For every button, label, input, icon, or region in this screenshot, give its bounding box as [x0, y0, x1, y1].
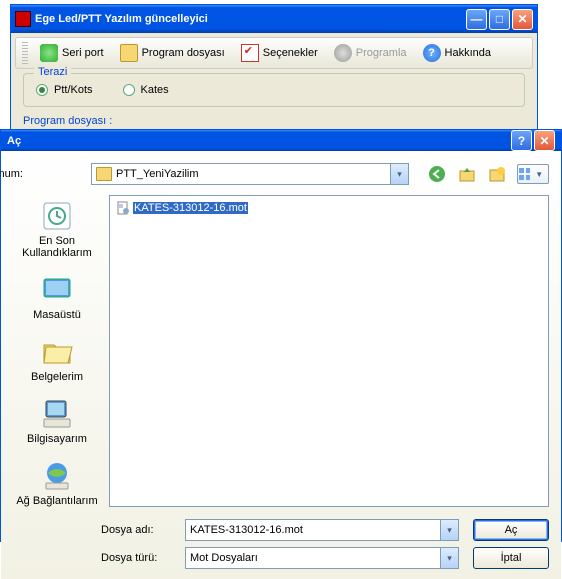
chevron-down-icon[interactable] [440, 548, 458, 568]
location-value: PTT_YeniYazilim [116, 168, 199, 180]
dialog-title: Aç [7, 135, 21, 147]
back-button[interactable] [427, 164, 447, 184]
secenekler-button[interactable]: Seçenekler [235, 42, 324, 64]
programla-button[interactable]: Programla [328, 42, 413, 64]
chevron-down-icon[interactable] [390, 164, 408, 184]
cancel-button[interactable]: İptal [473, 547, 549, 569]
place-computer[interactable]: Bilgisayarım [13, 397, 101, 445]
hakkinda-button[interactable]: ? Hakkında [417, 42, 497, 64]
places-bar: En Son Kullandıklarım Masaüstü Belgeleri… [13, 195, 101, 507]
filetype-label: Dosya türü: [101, 552, 171, 564]
filename-label: Dosya adı: [101, 524, 171, 536]
radio-kates[interactable]: Kates [123, 84, 169, 96]
main-toolbar: Seri port Program dosyası Seçenekler Pro… [15, 37, 533, 69]
main-window: Ege Led/PTT Yazılım güncelleyici — □ ✕ S… [10, 4, 538, 132]
file-item[interactable]: KATES-313012-16.mot [114, 200, 250, 216]
gear-icon [334, 44, 352, 62]
place-documents[interactable]: Belgelerim [13, 335, 101, 383]
radio-dot-icon [123, 84, 135, 96]
network-icon [40, 459, 74, 493]
program-dosyasi-button[interactable]: Program dosyası [114, 42, 231, 64]
seri-port-button[interactable]: Seri port [34, 42, 110, 64]
terazi-groupbox: Terazi Ptt/Kots Kates [23, 73, 525, 107]
dialog-help-button[interactable]: ? [511, 130, 532, 151]
recent-icon [40, 199, 74, 233]
file-icon [116, 201, 130, 215]
maximize-button[interactable]: □ [489, 9, 510, 30]
view-menu-button[interactable]: ▼ [517, 164, 549, 184]
new-folder-button[interactable] [487, 164, 507, 184]
radio-ptt-kots[interactable]: Ptt/Kots [36, 84, 93, 96]
chevron-down-icon[interactable] [440, 520, 458, 540]
options-icon [241, 44, 259, 62]
filetype-combo[interactable]: Mot Dosyaları [185, 547, 459, 569]
file-list[interactable]: KATES-313012-16.mot [109, 195, 549, 507]
place-desktop[interactable]: Masaüstü [13, 273, 101, 321]
up-button[interactable] [457, 164, 477, 184]
place-network[interactable]: Ağ Bağlantılarım [13, 459, 101, 507]
dialog-titlebar: Aç ? ✕ [1, 130, 561, 151]
app-icon [15, 11, 31, 27]
printer-icon [40, 44, 58, 62]
program-dosyasi-label: Program dosyası : [23, 115, 525, 127]
file-open-dialog: Aç ? ✕ Konum: PTT_YeniYazilim [0, 129, 562, 542]
computer-icon [40, 397, 74, 431]
minimize-button[interactable]: — [466, 9, 487, 30]
location-label: Konum: [0, 168, 23, 180]
help-icon: ? [423, 44, 441, 62]
main-titlebar: Ege Led/PTT Yazılım güncelleyici — □ ✕ [11, 5, 537, 33]
open-button[interactable]: Aç [473, 519, 549, 541]
location-combo[interactable]: PTT_YeniYazilim [91, 163, 409, 185]
file-name: KATES-313012-16.mot [133, 202, 248, 214]
documents-icon [40, 335, 74, 369]
folder-icon [96, 167, 112, 181]
radio-dot-icon [36, 84, 48, 96]
desktop-icon [40, 273, 74, 307]
main-title: Ege Led/PTT Yazılım güncelleyici [35, 13, 466, 25]
close-button[interactable]: ✕ [512, 9, 533, 30]
groupbox-legend: Terazi [34, 66, 71, 78]
folder-icon [120, 44, 138, 62]
filename-input[interactable]: KATES-313012-16.mot [185, 519, 459, 541]
dialog-close-button[interactable]: ✕ [534, 130, 555, 151]
toolbar-grip [22, 42, 28, 64]
place-recent[interactable]: En Son Kullandıklarım [13, 199, 101, 259]
